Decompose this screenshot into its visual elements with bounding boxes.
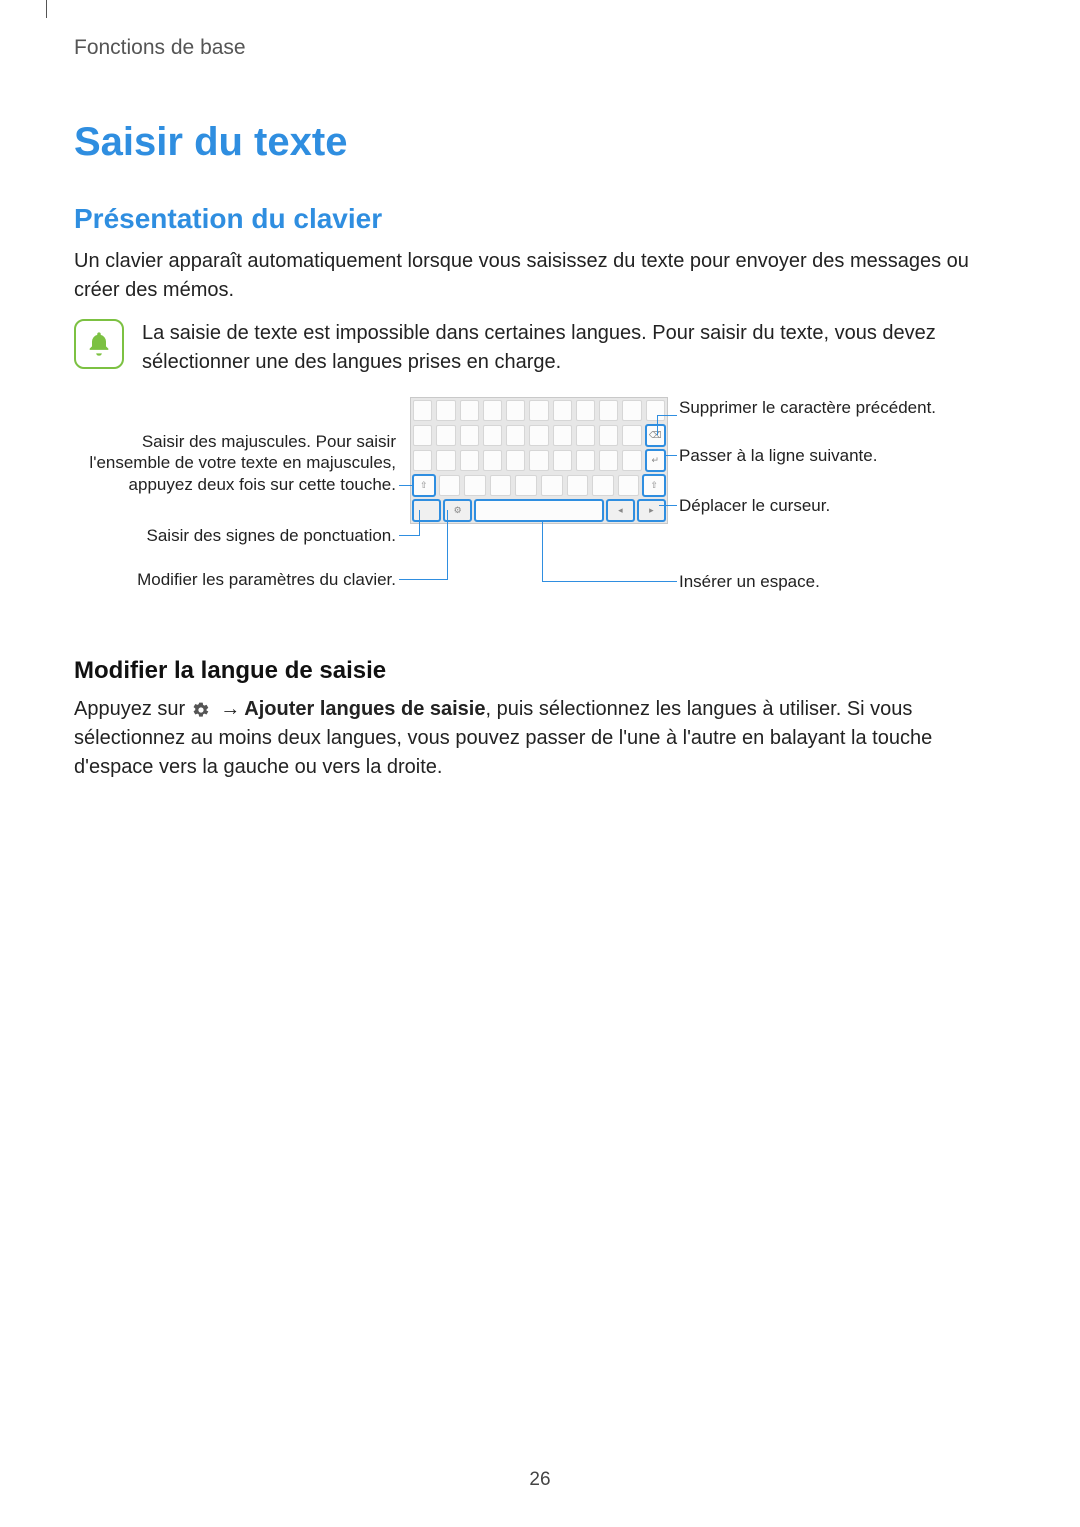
bell-icon [74, 319, 124, 369]
shift-key-right: ⇧ [643, 475, 665, 496]
shift-key-left: ⇧ [413, 475, 435, 496]
callout-space: Insérer un espace. [679, 571, 959, 592]
intro-paragraph: Un clavier apparaît automatiquement lors… [74, 247, 1006, 305]
keyboard-image: ⌫ ↵ ⇧ ⇧ ⚙ ◂ ▸ [410, 397, 668, 524]
page-title: Saisir du texte [74, 120, 1006, 165]
bold-menu-label: Ajouter langues de saisie [244, 698, 485, 720]
callout-cursor: Déplacer le curseur. [679, 495, 959, 516]
cursor-left-key: ◂ [607, 500, 634, 521]
page-number: 26 [0, 1469, 1080, 1491]
punctuation-key [413, 500, 440, 521]
settings-key: ⚙ [444, 500, 471, 521]
callout-backspace: Supprimer le caractère précédent. [679, 397, 959, 418]
language-paragraph: Appuyez sur →Ajouter langues de saisie, … [74, 695, 1006, 782]
enter-key: ↵ [646, 450, 665, 471]
callout-settings: Modifier les paramètres du clavier. [74, 569, 396, 590]
text-before: Appuyez sur [74, 698, 191, 720]
subheading-language: Modifier la langue de saisie [74, 657, 1006, 685]
gear-icon [191, 700, 211, 720]
note-text: La saisie de texte est impossible dans c… [142, 319, 1006, 377]
space-key [475, 500, 603, 521]
callout-enter: Passer à la ligne suivante. [679, 445, 959, 466]
breadcrumb: Fonctions de base [74, 36, 1006, 60]
cursor-right-key: ▸ [638, 500, 665, 521]
arrow-icon: → [220, 695, 240, 724]
note-block: La saisie de texte est impossible dans c… [74, 319, 1006, 377]
keyboard-diagram: ⌫ ↵ ⇧ ⇧ ⚙ ◂ ▸ Saisir des majuscule [74, 397, 1006, 627]
callout-shift: Saisir des majuscules. Pour saisir l'ens… [74, 431, 396, 495]
section-heading-presentation: Présentation du clavier [74, 203, 1006, 235]
backspace-key: ⌫ [646, 425, 665, 446]
callout-punctuation: Saisir des signes de ponctuation. [74, 525, 396, 546]
